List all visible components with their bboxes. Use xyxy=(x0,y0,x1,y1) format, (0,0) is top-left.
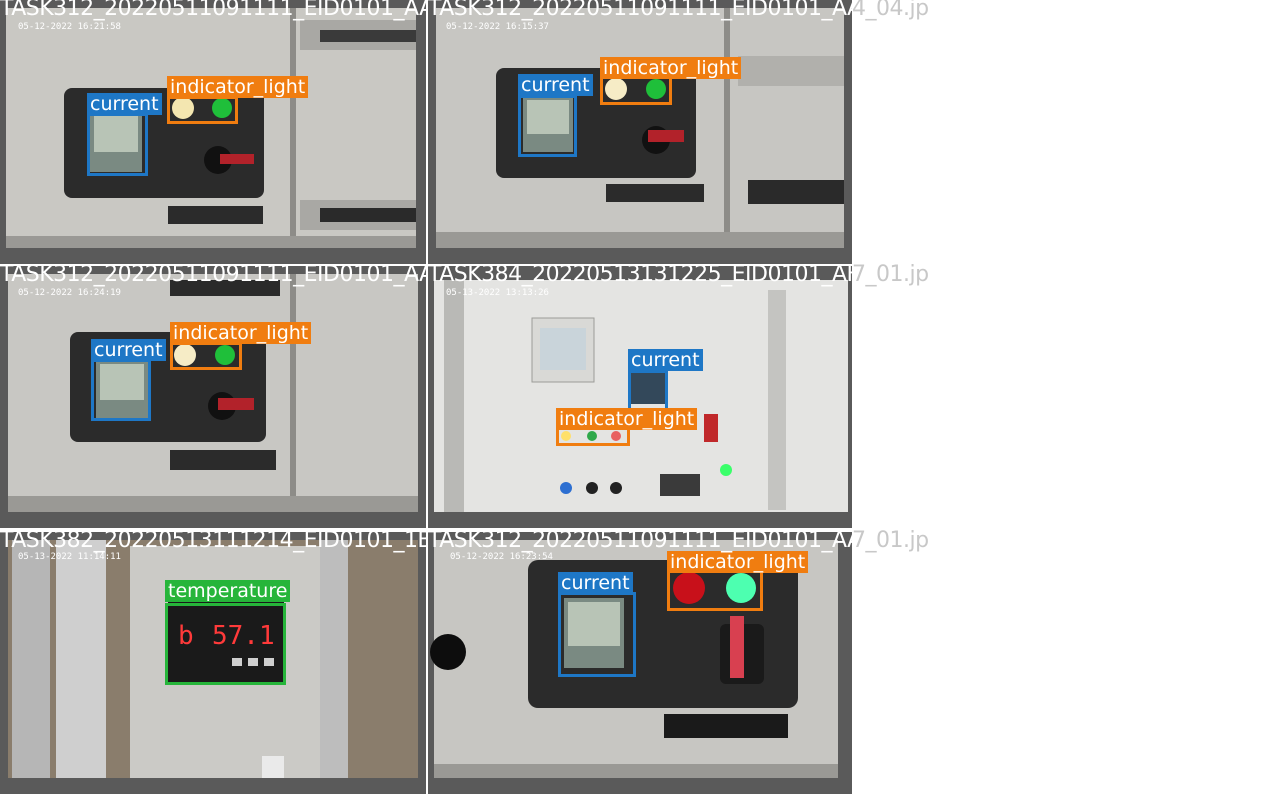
bbox-indicator-light xyxy=(170,342,242,370)
filename: TASK382_20220513111214_EID0101_1B xyxy=(0,528,433,553)
label-current: current xyxy=(628,349,703,371)
timestamp: 05-12-2022 16:24:19 xyxy=(18,288,121,298)
bbox-current xyxy=(558,592,636,677)
bbox-current xyxy=(87,113,148,176)
panel-photo xyxy=(0,0,426,264)
filename: TASK312_20220511091111_EID0101_AA xyxy=(0,0,434,21)
bbox-current xyxy=(628,370,668,412)
filename: TASK312_20220511091111_EID0101_AA xyxy=(428,0,862,21)
label-indicator-light: indicator_light xyxy=(600,57,742,79)
mosaic-tile-6: 05-12-2022 16:23:54 current indicator_li… xyxy=(428,528,929,794)
filename-tail: 7_01.jp xyxy=(852,262,929,287)
bbox-indicator-light xyxy=(167,96,238,124)
timestamp: 05-13-2022 13:13:26 xyxy=(446,288,549,298)
bbox-current xyxy=(518,95,577,157)
filename: TASK312_20220511091111_EID0101_AA xyxy=(0,262,434,287)
filename: TASK384_20220513131225_EID0101_AH xyxy=(428,262,863,287)
mosaic-tile-5: b 57.1 05-13-2022 11:14:11 temperature T… xyxy=(0,528,433,794)
bbox-temperature xyxy=(165,603,286,685)
label-indicator-light: indicator_light xyxy=(556,408,698,430)
timestamp: 05-12-2022 16:15:37 xyxy=(446,22,549,32)
filename-tail: 7_01.jp xyxy=(852,528,929,553)
label-current: current xyxy=(558,572,633,594)
bbox-current xyxy=(91,359,151,421)
label-temperature: temperature xyxy=(165,580,291,602)
filename: TASK312_20220511091111_EID0101_AA xyxy=(428,528,862,553)
label-current: current xyxy=(91,339,166,361)
label-current: current xyxy=(87,93,162,115)
panel-photo xyxy=(428,0,852,264)
mosaic-tile-3: 05-12-2022 16:24:19 current indicator_li… xyxy=(0,262,434,528)
mosaic-tile-1: 05-12-2022 16:21:58 current indicator_li… xyxy=(0,0,434,264)
filename-tail: 4_04.jp xyxy=(852,0,929,21)
bbox-indicator-light xyxy=(600,76,672,105)
mosaic-tile-4: 05-13-2022 13:13:26 current indicator_li… xyxy=(428,262,929,528)
bbox-indicator-light xyxy=(667,569,763,611)
label-current: current xyxy=(518,74,593,96)
label-indicator-light: indicator_light xyxy=(667,551,809,573)
mosaic-tile-2: 05-12-2022 16:15:37 current indicator_li… xyxy=(428,0,929,264)
timestamp: 05-12-2022 16:21:58 xyxy=(18,22,121,32)
panel-photo xyxy=(0,266,426,528)
label-indicator-light: indicator_light xyxy=(170,322,312,344)
label-indicator-light: indicator_light xyxy=(167,76,309,98)
image-mosaic: 05-12-2022 16:21:58 current indicator_li… xyxy=(0,0,929,794)
